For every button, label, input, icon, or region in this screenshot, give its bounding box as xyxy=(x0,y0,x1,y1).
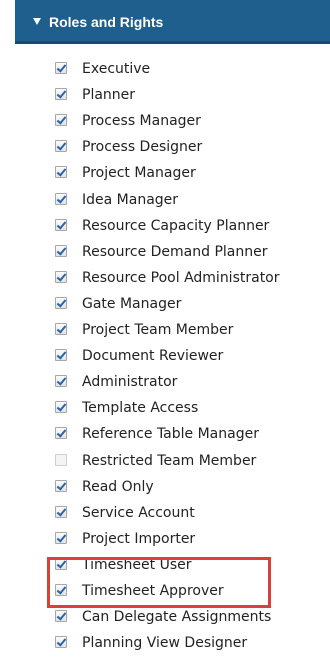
role-label: Administrator xyxy=(82,374,178,391)
role-row-resource-pool-administrator[interactable]: Resource Pool Administrator xyxy=(55,269,330,289)
role-checkbox[interactable] xyxy=(55,453,67,466)
role-checkbox[interactable] xyxy=(55,114,67,127)
role-checkbox[interactable] xyxy=(55,584,67,596)
role-checkbox[interactable] xyxy=(55,531,67,544)
role-checkbox[interactable] xyxy=(55,375,67,388)
role-row-can-delegate-assignments[interactable]: Can Delegate Assignments xyxy=(55,608,330,628)
role-label: Document Reviewer xyxy=(82,348,224,365)
role-checkbox[interactable] xyxy=(55,88,67,101)
role-label: Resource Capacity Planner xyxy=(82,217,270,234)
role-label: Project Importer xyxy=(82,530,196,547)
role-label: Process Designer xyxy=(82,139,203,156)
role-label: Planner xyxy=(82,87,136,104)
role-label: Can Delegate Assignments xyxy=(82,609,272,626)
role-row-service-account[interactable]: Service Account xyxy=(55,504,330,524)
role-row-restricted-team-member[interactable]: Restricted Team Member xyxy=(55,452,330,472)
role-checkbox[interactable] xyxy=(55,636,67,649)
role-label: Project Manager xyxy=(82,165,196,182)
role-label: Restricted Team Member xyxy=(82,452,257,469)
role-checkbox[interactable] xyxy=(55,323,67,335)
role-row-resource-capacity-planner[interactable]: Resource Capacity Planner xyxy=(55,217,330,237)
role-row-timesheet-user[interactable]: Timesheet User xyxy=(55,556,330,576)
role-checkbox[interactable] xyxy=(55,218,67,231)
role-label: Timesheet Approver xyxy=(82,583,224,599)
role-checkbox[interactable] xyxy=(55,270,67,283)
role-row-planning-view-designer[interactable]: Planning View Designer xyxy=(55,634,330,654)
role-checkbox[interactable] xyxy=(55,401,67,414)
role-label: Project Team Member xyxy=(82,322,234,338)
role-row-project-importer[interactable]: Project Importer xyxy=(55,530,330,550)
role-label: Service Account xyxy=(82,504,195,521)
role-checkbox[interactable] xyxy=(55,62,67,74)
role-row-project-manager[interactable]: Project Manager xyxy=(55,164,330,184)
role-checkbox[interactable] xyxy=(55,505,67,518)
role-label: Executive xyxy=(82,61,151,77)
role-checkbox[interactable] xyxy=(55,244,67,257)
caret-down-icon xyxy=(33,18,41,25)
role-checkbox[interactable] xyxy=(55,349,67,362)
role-label: Template Access xyxy=(82,400,199,417)
role-row-administrator[interactable]: Administrator xyxy=(55,373,330,393)
role-checkbox[interactable] xyxy=(55,140,67,153)
role-checkbox[interactable] xyxy=(55,296,67,309)
role-checkbox[interactable] xyxy=(55,192,67,205)
role-row-process-designer[interactable]: Process Designer xyxy=(55,138,330,158)
role-row-executive[interactable]: Executive xyxy=(55,60,330,80)
role-row-timesheet-approver[interactable]: Timesheet Approver xyxy=(55,582,330,602)
role-row-resource-demand-planner[interactable]: Resource Demand Planner xyxy=(55,243,330,263)
role-row-template-access[interactable]: Template Access xyxy=(55,399,330,419)
role-label: Reference Table Manager xyxy=(82,426,259,443)
role-label: Resource Pool Administrator xyxy=(82,269,280,286)
role-label: Idea Manager xyxy=(82,191,179,208)
role-checkbox[interactable] xyxy=(55,479,67,492)
role-row-read-only[interactable]: Read Only xyxy=(55,478,330,498)
role-label: Timesheet User xyxy=(82,556,192,573)
role-row-project-team-member[interactable]: Project Team Member xyxy=(55,321,330,341)
role-label: Resource Demand Planner xyxy=(82,243,268,260)
role-label: Gate Manager xyxy=(82,295,182,312)
role-row-document-reviewer[interactable]: Document Reviewer xyxy=(55,347,330,367)
role-label: Process Manager xyxy=(82,113,201,130)
role-checkbox[interactable] xyxy=(55,557,67,570)
panel-title: Roles and Rights xyxy=(49,14,164,30)
role-row-gate-manager[interactable]: Gate Manager xyxy=(55,295,330,315)
role-checkbox[interactable] xyxy=(55,166,67,179)
role-label: Planning View Designer xyxy=(82,635,248,652)
role-label: Read Only xyxy=(82,478,154,495)
role-checkbox[interactable] xyxy=(55,427,67,440)
role-row-reference-table-manager[interactable]: Reference Table Manager xyxy=(55,425,330,445)
role-row-planner[interactable]: Planner xyxy=(55,86,330,106)
role-checkbox[interactable] xyxy=(55,610,67,623)
role-row-process-manager[interactable]: Process Manager xyxy=(55,112,330,132)
role-row-idea-manager[interactable]: Idea Manager xyxy=(55,191,330,211)
roles-and-rights-header[interactable]: Roles and Rights xyxy=(15,0,330,44)
